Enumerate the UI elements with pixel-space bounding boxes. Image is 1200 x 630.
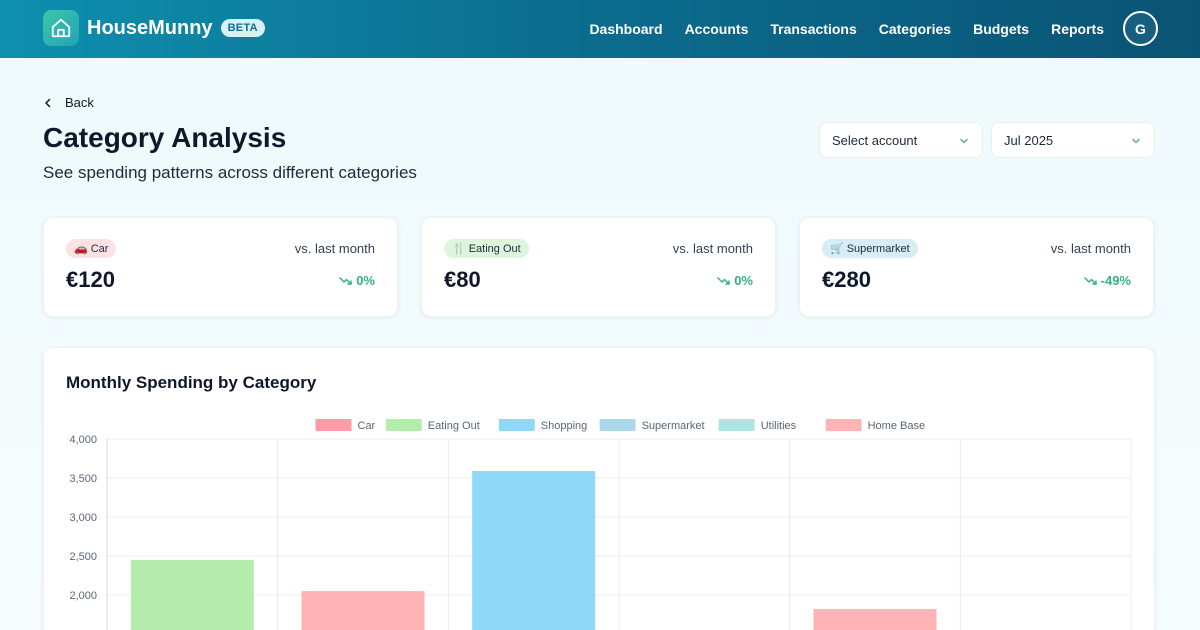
y-tick-label: 2,500 [69,551,97,563]
change-value: 0% [356,273,375,288]
change-value: 0% [734,273,753,288]
category-label: Car [90,242,109,255]
chevron-down-icon [1132,138,1140,144]
category-pill: 🛒 Supermarket [822,239,918,258]
legend-swatch [599,419,636,431]
back-link[interactable]: Back [43,95,94,110]
nav-reports[interactable]: Reports [1051,21,1104,37]
back-label: Back [65,95,94,110]
house-logo-icon [43,10,79,46]
page-subtitle: See spending patterns across different c… [43,163,417,182]
trending-down-icon [339,276,352,285]
change-value: -49% [1100,273,1131,288]
category-label: Eating Out [468,242,521,255]
trending-down-icon [1083,276,1097,285]
account-select[interactable]: Select account [819,122,983,158]
bar-eating-out [130,559,254,630]
comparison-label: vs. last month [294,241,375,256]
comparison-label: vs. last month [1050,241,1131,256]
monthly-spending-chart: 4,0003,5003,0002,5002,0001,500CarEating … [69,419,1132,630]
comparison-label: vs. last month [672,241,753,256]
cart-icon: 🛒 [830,243,844,255]
nav-accounts[interactable]: Accounts [685,21,749,37]
nav-budgets[interactable]: Budgets [973,21,1029,37]
legend-swatch [825,419,862,431]
legend-swatch [385,419,422,431]
category-label: Supermarket [846,242,910,255]
month-select-value: Jul 2025 [1004,132,1054,148]
monthly-spending-chart-card: Monthly Spending by Category 4,000 3,500 3… [43,347,1155,630]
y-tick-label: 3,500 [69,473,97,485]
legend-swatch [315,419,352,431]
top-navigation-bar: HouseMunny BETA Dashboard Accounts Trans… [0,0,1200,58]
y-tick-label: 4,000 [69,434,97,446]
category-amount: €120 [66,267,115,292]
main-nav: Dashboard Accounts Transactions Categori… [567,0,1104,58]
category-pill: 🚗 Car [66,239,117,258]
change-indicator: -49% [1083,273,1131,288]
category-card-car[interactable]: 🚗 Car vs. last month €120 0% [43,217,398,317]
bar-home-base [301,591,425,630]
page-title: Category Analysis [43,122,287,153]
change-indicator: 0% [339,273,375,288]
chevron-down-icon [960,138,968,144]
bar-shopping [472,470,596,630]
account-select-value: Select account [832,132,918,148]
nav-categories[interactable]: Categories [879,21,951,37]
beta-badge: BETA [220,19,265,37]
legend-swatch [498,419,535,431]
legend-label: Supermarket [642,420,705,432]
user-avatar[interactable]: G [1123,11,1158,46]
legend-label: Shopping [541,420,588,432]
category-card-supermarket[interactable]: 🛒 Supermarket vs. last month €280 -49% [799,217,1154,317]
brand-name: HouseMunny [87,16,213,39]
bar-home-base [813,609,937,630]
legend-label: Home Base [868,420,925,432]
legend-label: Utilities [761,420,797,432]
category-pill: 🍴 Eating Out [444,239,529,258]
category-amount: €280 [822,267,871,292]
category-amount: €80 [444,267,481,292]
chevron-left-icon [45,98,51,107]
nav-dashboard[interactable]: Dashboard [589,21,662,37]
legend-label: Car [358,420,376,432]
car-icon: 🚗 [74,243,88,255]
month-select[interactable]: Jul 2025 [991,122,1155,158]
y-tick-label: 2,000 [69,590,97,602]
trending-down-icon [717,276,730,285]
brand[interactable]: HouseMunny BETA [43,10,265,46]
category-card-eating-out[interactable]: 🍴 Eating Out vs. last month €80 0% [421,217,776,317]
legend-swatch [718,419,755,431]
nav-transactions[interactable]: Transactions [770,21,856,37]
utensils-icon: 🍴 [452,243,466,255]
y-tick-label: 3,000 [69,512,97,524]
change-indicator: 0% [717,273,753,288]
legend-label: Eating Out [428,420,480,432]
